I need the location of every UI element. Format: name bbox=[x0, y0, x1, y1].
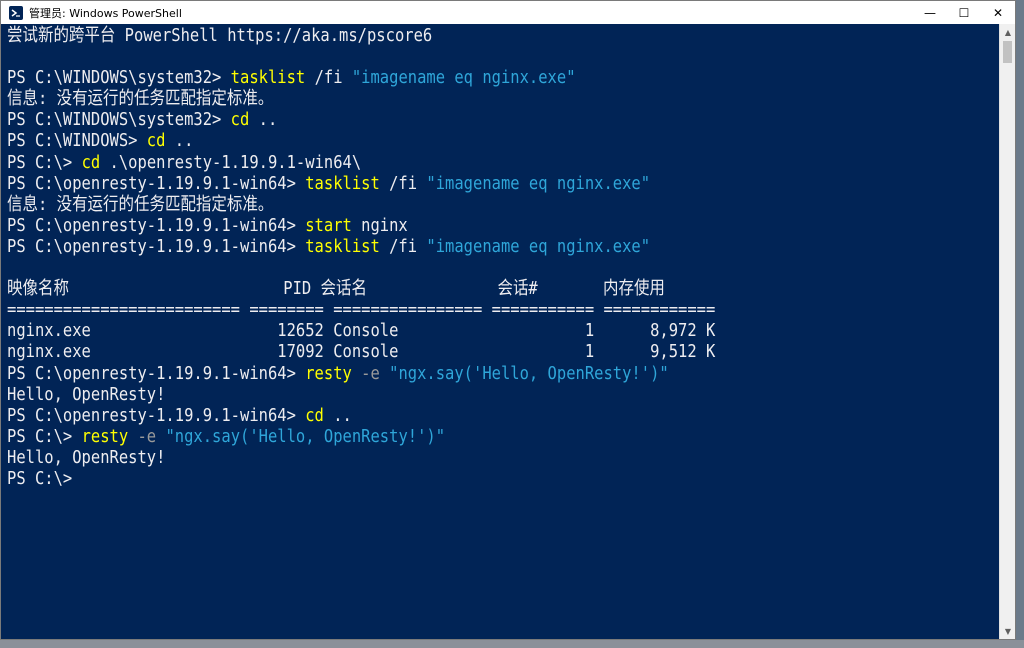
console-segment: PS C:\WINDOWS\system32> bbox=[7, 109, 231, 131]
window-title: 管理员: Windows PowerShell bbox=[29, 6, 182, 20]
console-segment: nginx bbox=[351, 214, 408, 236]
minimize-button[interactable]: — bbox=[913, 1, 947, 24]
console-segment: "ngx.say('Hello, OpenResty!')" bbox=[389, 362, 669, 384]
console-segment: PS C:\openresty-1.19.9.1-win64> bbox=[7, 235, 306, 257]
console-line: nginx.exe 17092 Console 1 9,512 K bbox=[7, 341, 715, 362]
powershell-icon bbox=[9, 5, 23, 20]
chevron-down-icon: ▼ bbox=[1004, 626, 1012, 636]
console-line: PS C:\openresty-1.19.9.1-win64> tasklist… bbox=[7, 173, 715, 194]
console-segment: cd bbox=[305, 404, 324, 426]
console-segment: PS C:\openresty-1.19.9.1-win64> bbox=[7, 214, 306, 236]
console-line: PS C:\> cd .\openresty-1.19.9.1-win64\ bbox=[7, 152, 715, 173]
powershell-window: 管理员: Windows PowerShell — ☐ ✕ 尝试新的跨平台 Po… bbox=[0, 0, 1016, 640]
console-segment: tasklist bbox=[230, 67, 306, 89]
console-line: PS C:\WINDOWS\system32> tasklist /fi "im… bbox=[7, 67, 715, 88]
console-line: PS C:\> resty -e "ngx.say('Hello, OpenRe… bbox=[7, 426, 715, 447]
console-segment: ========================= ======== =====… bbox=[7, 299, 716, 321]
console-line: nginx.exe 12652 Console 1 8,972 K bbox=[7, 320, 715, 341]
console-segment: PS C:\openresty-1.19.9.1-win64> bbox=[7, 362, 306, 384]
console-segment: PS C:\WINDOWS\system32> bbox=[7, 67, 231, 89]
desktop-background-bottom bbox=[0, 640, 1024, 648]
minimize-icon: — bbox=[924, 5, 936, 20]
console-segment: PS C:\openresty-1.19.9.1-win64> bbox=[7, 172, 306, 194]
console-segment: tasklist bbox=[305, 235, 380, 257]
console-segment: nginx.exe 17092 Console 1 9,512 K bbox=[7, 341, 716, 363]
scroll-up-button[interactable]: ▲ bbox=[1000, 24, 1016, 40]
console-segment: -e bbox=[351, 362, 390, 384]
console-segment: Hello, OpenResty! bbox=[7, 383, 166, 405]
console-line: PS C:\openresty-1.19.9.1-win64> start ng… bbox=[7, 215, 715, 236]
close-icon: ✕ bbox=[992, 5, 1004, 20]
console-line: 尝试新的跨平台 PowerShell https://aka.ms/pscore… bbox=[7, 25, 715, 46]
console-lines: 尝试新的跨平台 PowerShell https://aka.ms/pscore… bbox=[7, 25, 715, 489]
console-segment: 映像名称 PID 会话名 会话# 内存使用 bbox=[7, 278, 665, 300]
maximize-icon: ☐ bbox=[958, 5, 970, 20]
console-segment: .\openresty-1.19.9.1-win64\ bbox=[100, 151, 362, 173]
console-segment: PS C:\> bbox=[7, 151, 82, 173]
console-segment: .. bbox=[249, 109, 278, 131]
console-segment: "imagename eq nginx.exe" bbox=[351, 67, 576, 89]
console-segment: PS C:\> bbox=[7, 425, 82, 447]
window-controls: — ☐ ✕ bbox=[913, 1, 1015, 24]
console-line: PS C:\openresty-1.19.9.1-win64> cd .. bbox=[7, 405, 715, 426]
console-segment: tasklist bbox=[305, 172, 380, 194]
close-button[interactable]: ✕ bbox=[981, 1, 1015, 24]
console-segment: cd bbox=[230, 109, 250, 131]
console-line: PS C:\WINDOWS\system32> cd .. bbox=[7, 109, 715, 130]
console-line: Hello, OpenResty! bbox=[7, 384, 715, 405]
console-segment: PS C:\WINDOWS> bbox=[7, 130, 147, 152]
console-output[interactable]: 尝试新的跨平台 PowerShell https://aka.ms/pscore… bbox=[1, 24, 1000, 639]
console-line: 信息: 没有运行的任务匹配指定标准。 bbox=[7, 194, 715, 215]
vertical-scrollbar[interactable]: ▲ ▼ bbox=[999, 24, 1015, 639]
console-segment: 信息: 没有运行的任务匹配指定标准。 bbox=[7, 88, 274, 110]
console-line: Hello, OpenResty! bbox=[7, 447, 715, 468]
console-line: 信息: 没有运行的任务匹配指定标准。 bbox=[7, 88, 715, 109]
title-bar[interactable]: 管理员: Windows PowerShell — ☐ ✕ bbox=[1, 1, 1015, 24]
console-line: PS C:\openresty-1.19.9.1-win64> tasklist… bbox=[7, 236, 715, 257]
console-line: PS C:\WINDOWS> cd .. bbox=[7, 130, 715, 151]
console-segment: cd bbox=[146, 130, 166, 152]
console-line: PS C:\openresty-1.19.9.1-win64> resty -e… bbox=[7, 363, 715, 384]
console-segment: .. bbox=[323, 404, 352, 426]
console-segment: 信息: 没有运行的任务匹配指定标准。 bbox=[7, 193, 274, 215]
console-segment: .. bbox=[165, 130, 194, 152]
console-line: ========================= ======== =====… bbox=[7, 299, 715, 320]
console-segment: /fi bbox=[305, 67, 352, 89]
console-segment: resty bbox=[305, 362, 352, 384]
console-segment: nginx.exe 12652 Console 1 8,972 K bbox=[7, 320, 716, 342]
scrollbar-thumb[interactable] bbox=[1003, 41, 1012, 63]
console-segment: /fi bbox=[379, 235, 427, 257]
console-segment: /fi bbox=[379, 172, 427, 194]
console-segment: PS C:\openresty-1.19.9.1-win64> bbox=[7, 404, 306, 426]
console-segment: "imagename eq nginx.exe" bbox=[426, 235, 651, 257]
console-line: 映像名称 PID 会话名 会话# 内存使用 bbox=[7, 278, 715, 299]
console-segment: Hello, OpenResty! bbox=[7, 446, 166, 468]
console-segment: "ngx.say('Hello, OpenResty!')" bbox=[165, 425, 446, 447]
console-segment: "imagename eq nginx.exe" bbox=[426, 172, 651, 194]
maximize-button[interactable]: ☐ bbox=[947, 1, 981, 24]
console-segment: PS C:\> bbox=[7, 467, 82, 489]
console-segment: resty bbox=[81, 425, 129, 447]
console-segment: -e bbox=[128, 425, 166, 447]
chevron-up-icon: ▲ bbox=[1004, 27, 1012, 37]
console-segment: 尝试新的跨平台 PowerShell https://aka.ms/pscore… bbox=[7, 25, 433, 46]
console-segment: cd bbox=[81, 151, 101, 173]
scroll-down-button[interactable]: ▼ bbox=[1000, 623, 1016, 639]
console-segment: start bbox=[305, 214, 352, 236]
console-line: PS C:\> bbox=[7, 468, 715, 489]
